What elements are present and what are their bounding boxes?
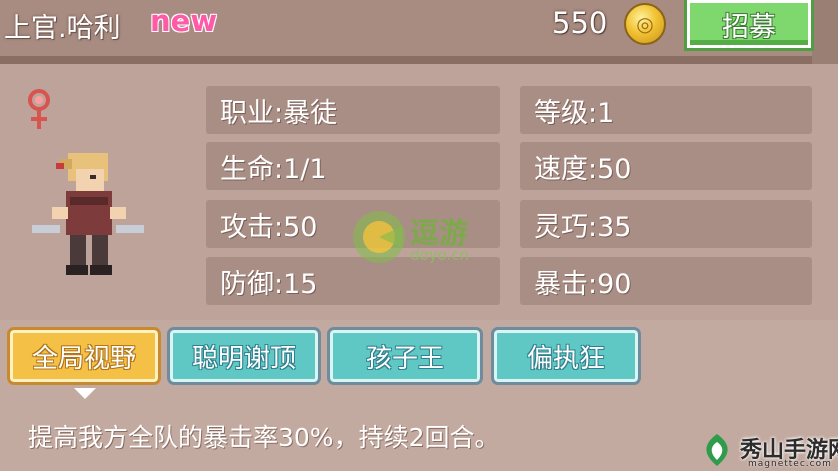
site-url: magnettec.com [748, 459, 832, 469]
header-divider [0, 56, 838, 64]
skill-tab-paranoid[interactable]: 偏执狂 [491, 327, 641, 385]
skill-tab-global-vision[interactable]: 全局视野 [7, 327, 161, 385]
hero-panel: 上官.哈利 new 550 ◎ 招募 职业:暴徒 等级:1 生命:1/1 速度:… [0, 0, 838, 471]
stat-profession: 职业:暴徒 [206, 86, 500, 134]
skill-tab-smart-bald[interactable]: 聪明谢顶 [167, 327, 321, 385]
watermark-url: doyo.cn [410, 246, 470, 264]
new-badge: new [150, 4, 218, 38]
coin-icon: ◎ [624, 3, 666, 45]
skill-description: 提高我方全队的暴击率30%，持续2回合。 [28, 423, 500, 452]
stat-level: 等级:1 [520, 86, 812, 134]
active-tab-pointer [74, 388, 96, 399]
stat-crit: 暴击:90 [520, 257, 812, 305]
stat-speed: 速度:50 [520, 142, 812, 190]
skill-tab-kid-king[interactable]: 孩子王 [327, 327, 483, 385]
stat-agility: 灵巧:35 [520, 200, 812, 248]
header-edge [812, 0, 838, 64]
site-logo [706, 434, 728, 466]
gold-amount: 550 [552, 6, 608, 40]
hero-portrait [32, 153, 144, 275]
watermark-logo [353, 211, 405, 263]
recruit-button[interactable]: 招募 [684, 0, 814, 51]
hero-name: 上官.哈利 [4, 13, 121, 44]
stat-health: 生命:1/1 [206, 142, 500, 190]
female-icon [28, 89, 50, 129]
